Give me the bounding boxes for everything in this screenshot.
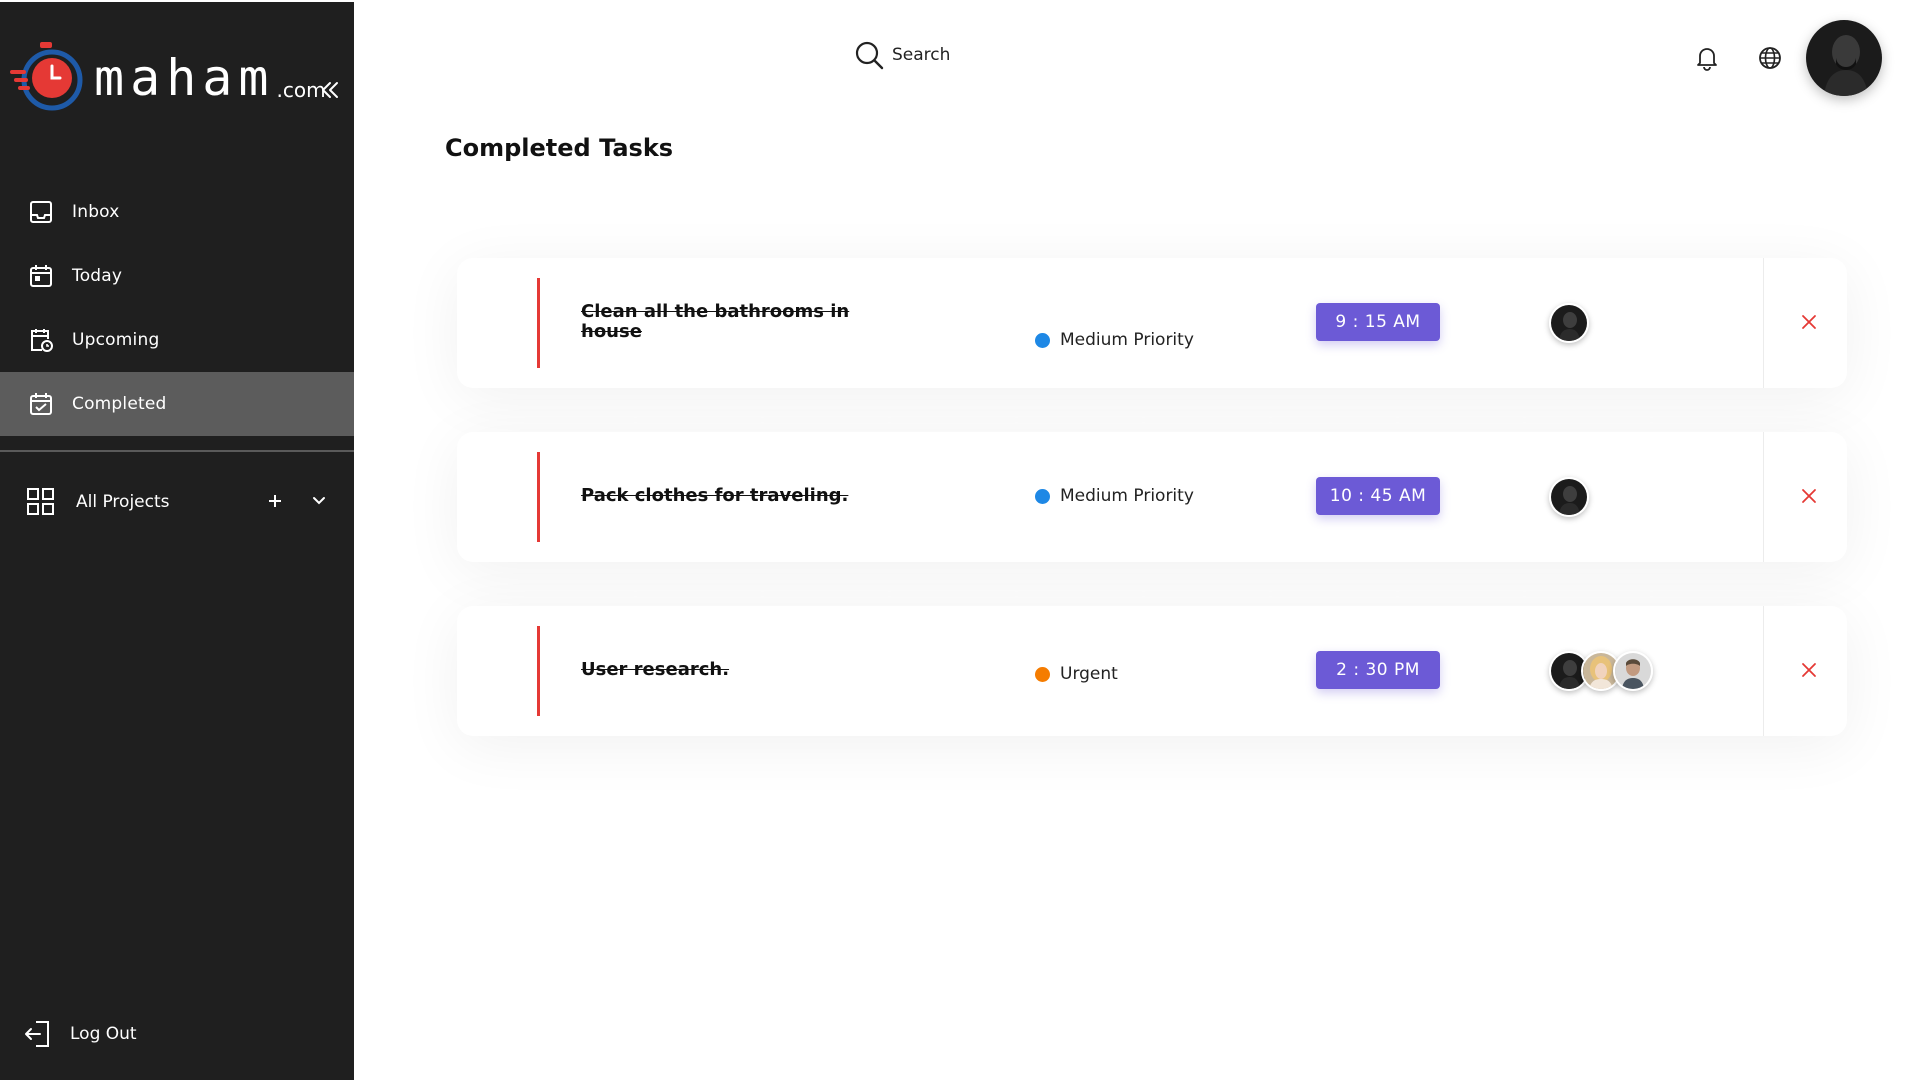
- task-priority: Medium Priority: [1035, 330, 1194, 350]
- card-separator: [1763, 606, 1764, 736]
- task-title[interactable]: Clean all the bathrooms in house: [581, 302, 861, 342]
- task-title[interactable]: User research.: [581, 660, 861, 680]
- task-accent-bar: [537, 452, 540, 542]
- close-icon[interactable]: [1797, 310, 1821, 334]
- priority-label: Medium Priority: [1060, 486, 1194, 506]
- sidebar-item-label: Inbox: [72, 202, 120, 222]
- task-title[interactable]: Pack clothes for traveling.: [581, 486, 861, 506]
- sidebar-nav: Inbox Today Upcoming Completed: [0, 180, 354, 436]
- calendar-clock-icon: [31, 329, 53, 352]
- sidebar-item-today[interactable]: Today: [0, 244, 354, 308]
- task-accent-bar: [537, 626, 540, 716]
- priority-label: Medium Priority: [1060, 330, 1194, 350]
- all-projects-label: All Projects: [76, 492, 170, 512]
- app-root: maham .com Inbox Today Upcoming Complete…: [0, 0, 1920, 1080]
- close-icon[interactable]: [1797, 484, 1821, 508]
- sidebar-divider: [0, 450, 354, 452]
- task-card: User research. Urgent 2 : 30 PM: [457, 606, 1847, 736]
- user-avatar[interactable]: [1806, 20, 1882, 96]
- globe-icon[interactable]: [1756, 44, 1784, 72]
- calendar-today-icon: [30, 265, 52, 287]
- sidebar-item-label: Completed: [72, 394, 167, 414]
- assignee-avatar[interactable]: [1549, 303, 1589, 343]
- user-avatar-image: [1806, 20, 1882, 96]
- inbox-icon: [30, 201, 52, 223]
- collapse-sidebar-icon[interactable]: [318, 78, 342, 102]
- stopwatch-logo-icon: [10, 42, 83, 111]
- assignee-avatar[interactable]: [1549, 477, 1589, 517]
- calendar-check-icon: [30, 393, 52, 415]
- grid-icon: [27, 488, 54, 515]
- card-separator: [1763, 258, 1764, 388]
- page-title: Completed Tasks: [445, 134, 674, 162]
- search-input[interactable]: Search: [854, 40, 950, 70]
- close-icon[interactable]: [1797, 658, 1821, 682]
- brand-logo[interactable]: maham .com: [8, 40, 326, 116]
- brand-name: maham: [94, 49, 275, 107]
- priority-label: Urgent: [1060, 664, 1118, 684]
- task-accent-bar: [537, 278, 540, 368]
- sidebar-item-label: Upcoming: [72, 330, 160, 350]
- task-assignees: [1549, 477, 1589, 517]
- sidebar-item-inbox[interactable]: Inbox: [0, 180, 354, 244]
- priority-dot: [1035, 666, 1050, 682]
- priority-dot: [1035, 332, 1050, 348]
- task-time-badge: 9 : 15 AM: [1316, 303, 1440, 341]
- task-priority: Medium Priority: [1035, 486, 1194, 506]
- task-time-badge: 2 : 30 PM: [1316, 651, 1440, 689]
- search-icon: [855, 41, 884, 70]
- card-separator: [1763, 432, 1764, 562]
- logout-icon: [25, 1021, 49, 1047]
- assignee-avatar[interactable]: [1613, 651, 1653, 691]
- logout-label: Log Out: [70, 1024, 137, 1044]
- sidebar-item-label: Today: [72, 266, 123, 286]
- sidebar-item-upcoming[interactable]: Upcoming: [0, 308, 354, 372]
- bell-icon[interactable]: [1693, 44, 1721, 72]
- priority-dot: [1035, 488, 1050, 504]
- sidebar: maham .com Inbox Today Upcoming Complete…: [0, 0, 354, 1080]
- add-project-icon[interactable]: [264, 490, 286, 512]
- logout-button[interactable]: Log Out: [22, 1016, 137, 1052]
- task-time-badge: 10 : 45 AM: [1316, 477, 1440, 515]
- search-label: Search: [892, 45, 951, 65]
- task-assignees: [1549, 303, 1589, 343]
- task-assignees: [1549, 651, 1653, 691]
- task-card: Clean all the bathrooms in house Medium …: [457, 258, 1847, 388]
- chevron-down-icon[interactable]: [308, 490, 330, 512]
- task-card: Pack clothes for traveling. Medium Prior…: [457, 432, 1847, 562]
- sidebar-item-completed[interactable]: Completed: [0, 372, 354, 436]
- sidebar-top-strip: [0, 0, 354, 2]
- sidebar-item-all-projects[interactable]: All Projects: [0, 470, 354, 534]
- task-priority: Urgent: [1035, 664, 1118, 684]
